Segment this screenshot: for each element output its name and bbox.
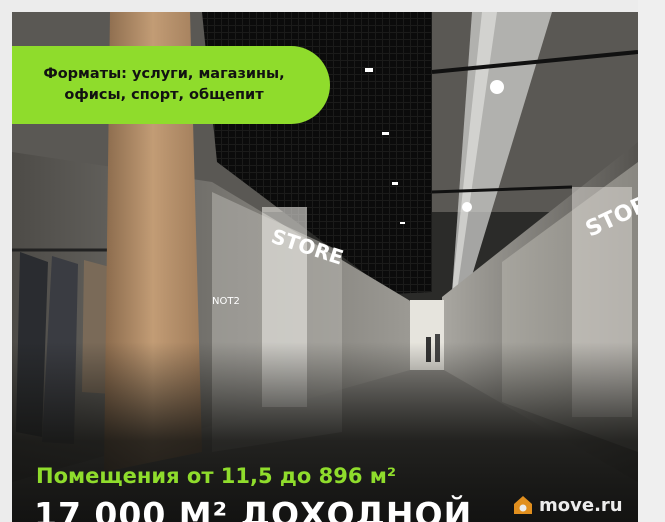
- badge-line-2: офисы, спорт, общепит: [64, 87, 264, 103]
- spotlight: [462, 202, 472, 212]
- ceiling-light: [382, 132, 389, 135]
- headline: 17 000 М² ДОХОДНОЙ: [34, 495, 473, 522]
- formats-badge: Форматы: услуги, магазины, офисы, спорт,…: [12, 46, 330, 124]
- badge-line-1: Форматы: услуги, магазины,: [43, 66, 285, 82]
- store-sign: NOT2: [212, 296, 240, 307]
- watermark: move.ru: [512, 494, 623, 516]
- ceiling-light: [365, 68, 373, 72]
- page-background-strip: [638, 0, 665, 522]
- watermark-text: move.ru: [539, 494, 623, 516]
- ceiling-light: [400, 222, 405, 224]
- ceiling-light: [392, 182, 398, 185]
- house-logo-icon: [514, 496, 532, 514]
- subheadline: Помещения от 11,5 до 896 м²: [36, 464, 397, 488]
- spotlight: [490, 80, 504, 94]
- promo-image: STORE STORE NOT2 Форматы: услуги, магази…: [12, 12, 638, 522]
